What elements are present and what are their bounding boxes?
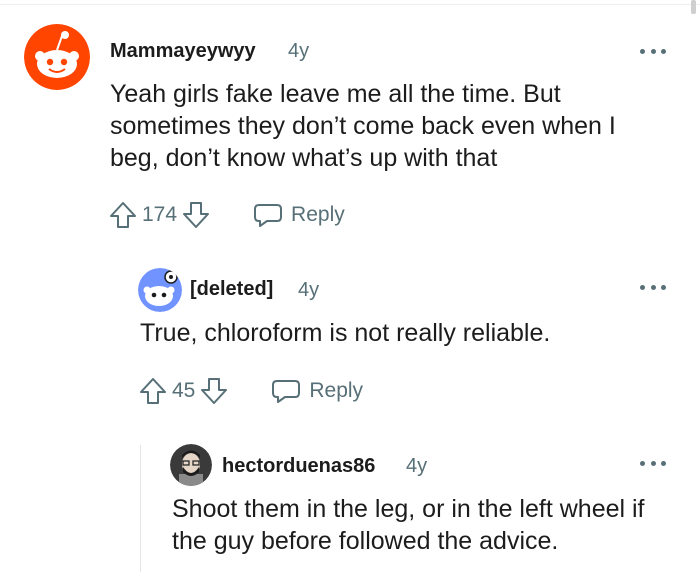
overflow-menu-icon[interactable] [640,458,666,468]
snoo-avatar-icon[interactable] [24,24,90,90]
comment-age: 4y [406,455,428,477]
deleted-user-avatar-icon [138,268,182,312]
comment-author[interactable]: hectorduenas86 [222,455,375,478]
reply-button[interactable]: Reply [253,201,345,229]
comment-body: Shoot them in the leg, or in the left wh… [172,495,645,555]
comment-actions: 174 Reply [108,200,345,230]
comment-body: Yeah girls fake leave me all the time. B… [110,80,616,172]
vote-count: 174 [142,203,178,226]
top-divider [0,0,700,5]
vote-count: 45 [172,379,196,402]
downvote-icon[interactable] [181,200,211,230]
upvote-icon[interactable] [138,376,168,406]
reply-label: Reply [309,379,364,402]
overflow-menu-icon[interactable] [640,282,666,292]
upvote-icon[interactable] [108,200,138,230]
comment-author[interactable]: Mammayeywyy [110,40,256,63]
thread-line[interactable] [140,445,141,572]
comment-actions: 45 Reply [138,376,363,406]
scrollbar[interactable] [691,0,696,14]
comment-age: 4y [298,279,320,301]
user-avatar-icon[interactable] [170,444,212,486]
reply-icon [254,204,283,227]
comment-author: [deleted] [190,278,274,300]
reply-icon [272,380,301,403]
reply-button[interactable]: Reply [271,377,363,405]
comment-age: 4y [288,40,310,62]
downvote-icon[interactable] [199,376,229,406]
overflow-menu-icon[interactable] [640,46,666,56]
comment-body: True, chloroform is not really reliable. [140,319,551,347]
reply-label: Reply [291,203,345,226]
